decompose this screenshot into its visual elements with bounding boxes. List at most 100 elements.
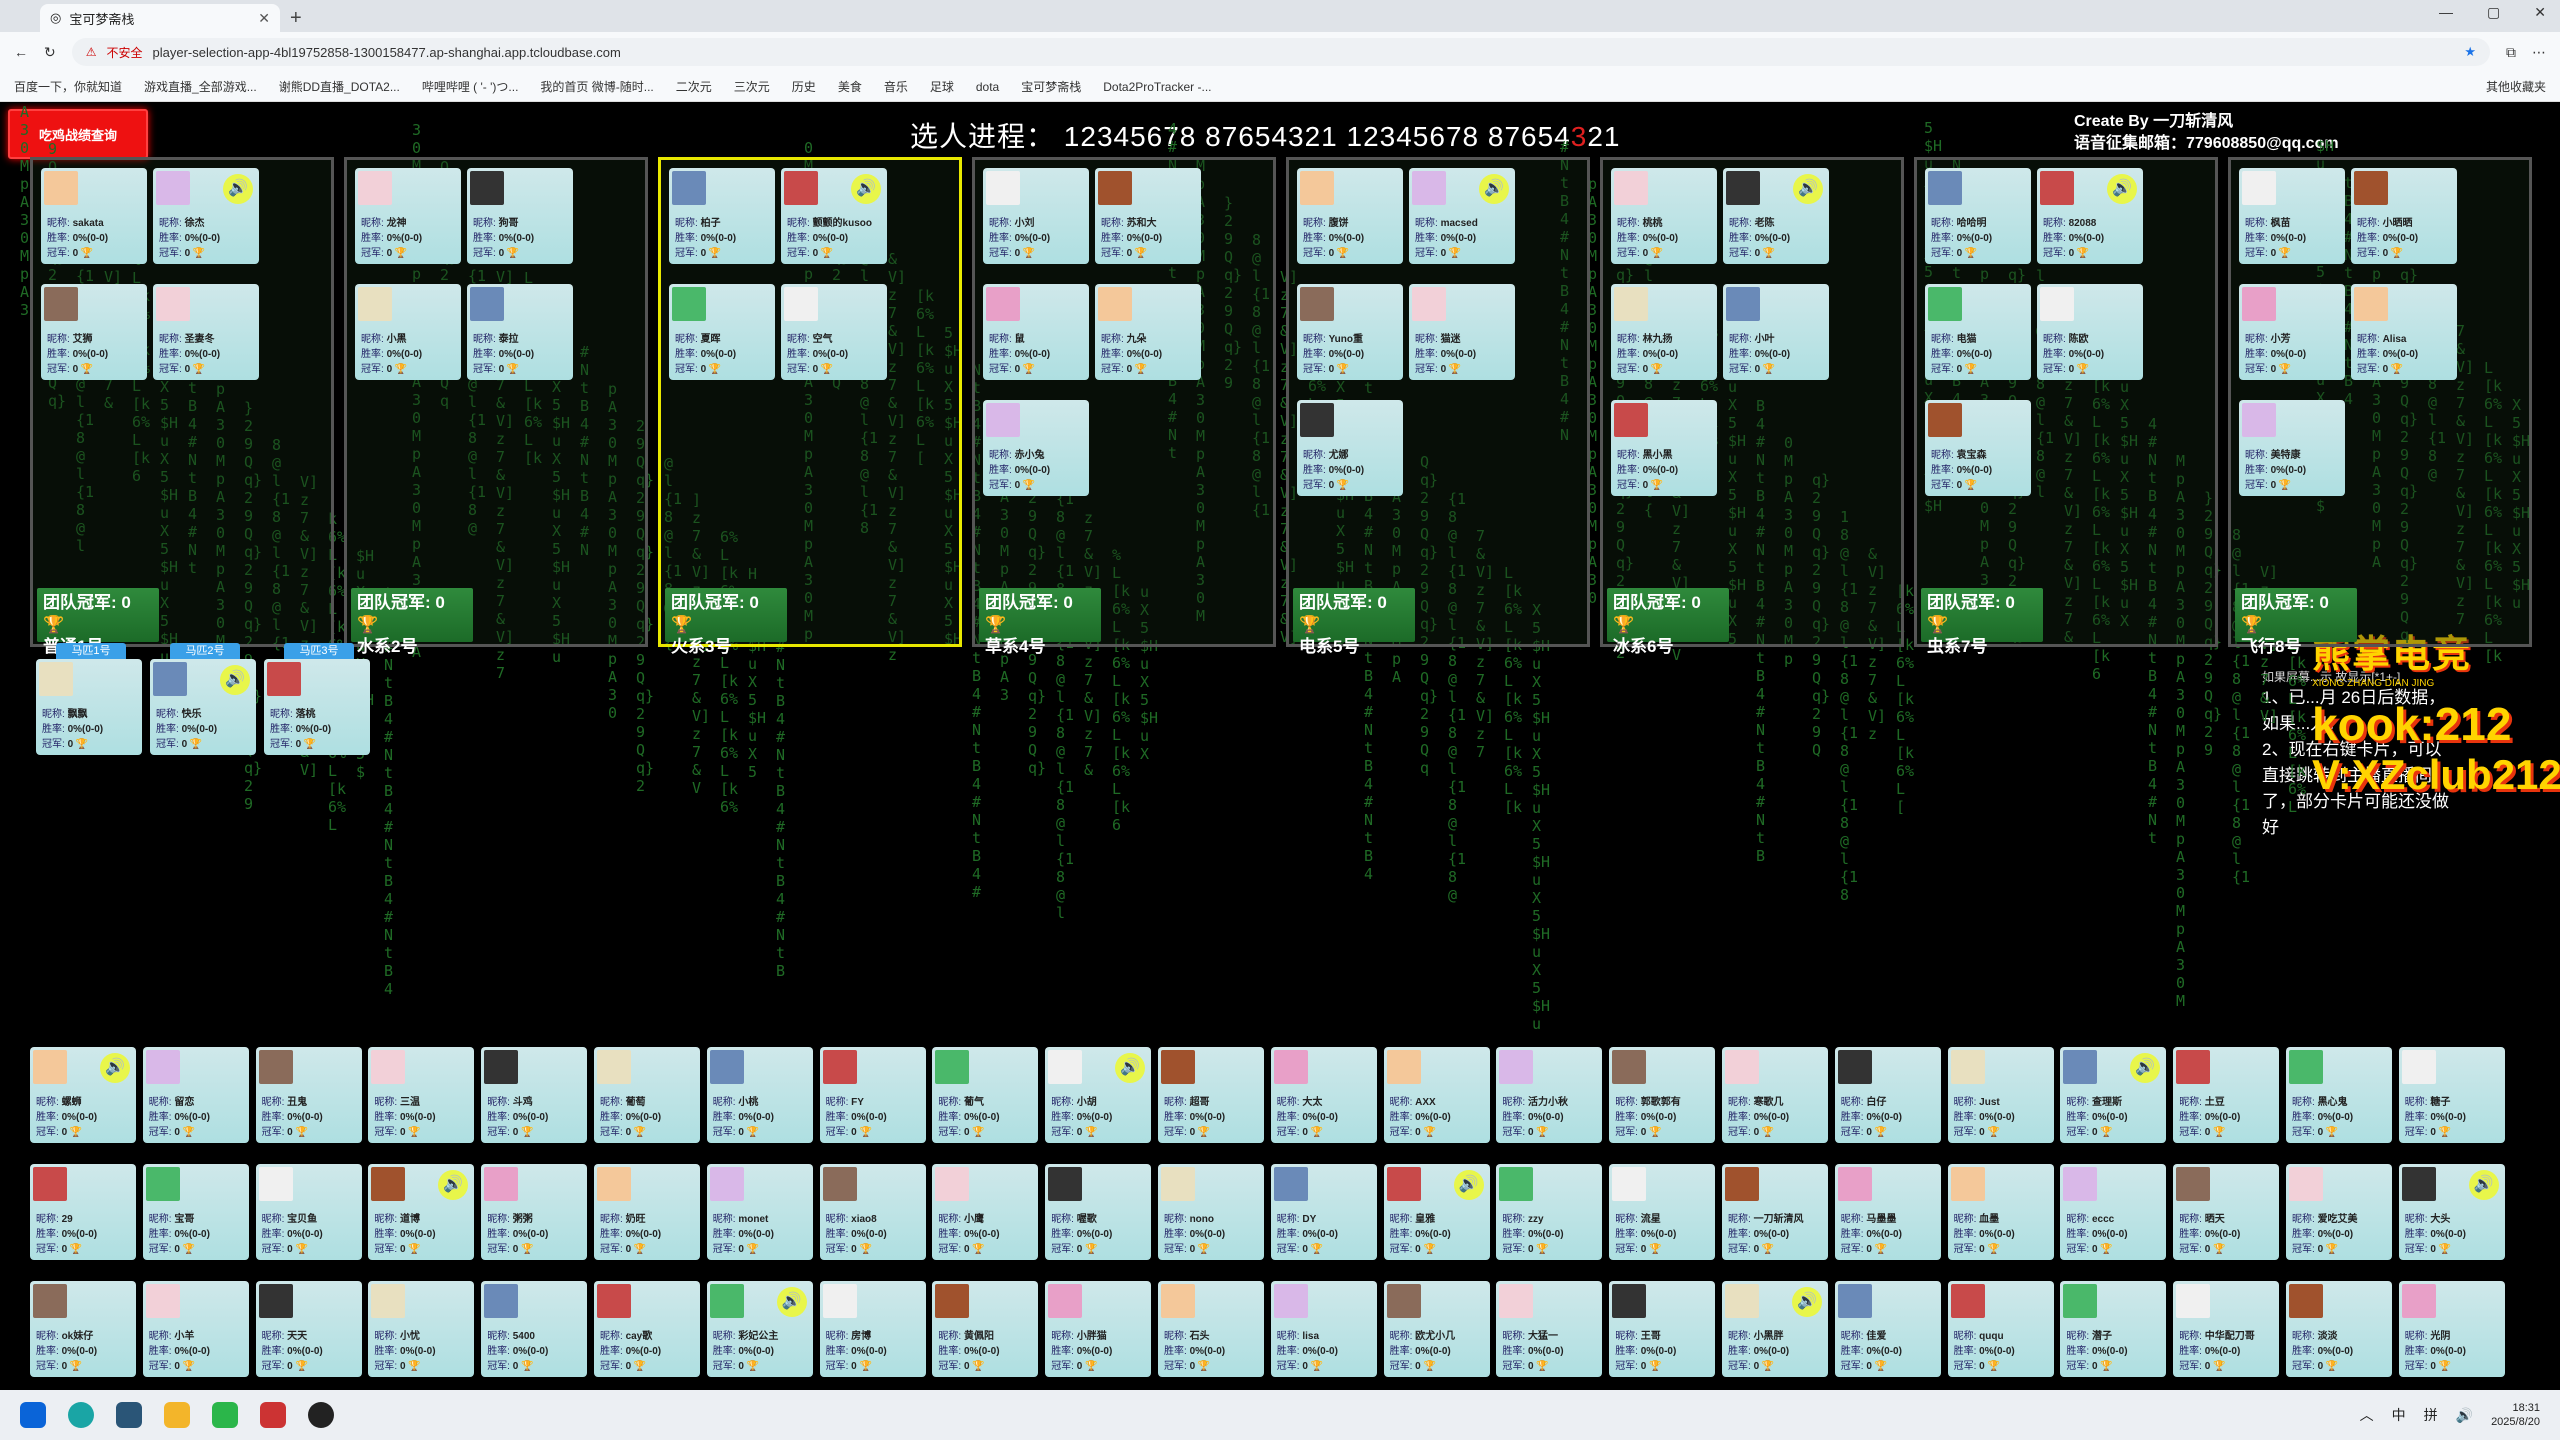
- player-card[interactable]: 昵称: Yuno重 胜率: 0%(0-0) 冠军: 0 🏆: [1297, 284, 1403, 380]
- player-card[interactable]: 昵称: cay歌 胜率: 0%(0-0) 冠军: 0 🏆: [594, 1281, 700, 1377]
- player-card[interactable]: 昵称: 喔歌 胜率: 0%(0-0) 冠军: 0 🏆: [1045, 1164, 1152, 1260]
- player-card[interactable]: 昵称: xiao8 胜率: 0%(0-0) 冠军: 0 🏆: [819, 1164, 926, 1260]
- player-card[interactable]: 🔊 昵称: 小黑胖 胜率: 0%(0-0) 冠军: 0 🏆: [1722, 1281, 1828, 1377]
- player-card[interactable]: 昵称: 尤娜 胜率: 0%(0-0) 冠军: 0 🏆: [1297, 400, 1403, 496]
- player-card[interactable]: 昵称: 光阴 胜率: 0%(0-0) 冠军: 0 🏆: [2398, 1281, 2505, 1377]
- player-card[interactable]: 昵称: 大太 胜率: 0%(0-0) 冠军: 0 🏆: [1270, 1047, 1377, 1143]
- player-card[interactable]: 昵称: 小羊 胜率: 0%(0-0) 冠军: 0 🏆: [142, 1281, 249, 1377]
- player-card[interactable]: 昵称: Alisa 胜率: 0%(0-0) 冠军: 0 🏆: [2351, 284, 2457, 380]
- player-card[interactable]: 🔊 昵称: 小胡 胜率: 0%(0-0) 冠军: 0 🏆: [1045, 1047, 1152, 1143]
- other-bookmarks[interactable]: 其他收藏夹: [2486, 78, 2546, 95]
- player-card[interactable]: 昵称: 黄佩阳 胜率: 0%(0-0) 冠军: 0 🏆: [932, 1281, 1039, 1377]
- clock[interactable]: 18:31 2025/8/20: [2491, 1401, 2540, 1429]
- player-card[interactable]: 昵称: 狗哥 胜率: 0%(0-0) 冠军: 0 🏆: [467, 168, 573, 264]
- speaker-icon[interactable]: 🔊: [1115, 1053, 1146, 1083]
- tray-up-icon[interactable]: ︿: [2360, 1405, 2374, 1425]
- player-card[interactable]: 昵称: 黑小黑 胜率: 0%(0-0) 冠军: 0 🏆: [1611, 400, 1717, 496]
- player-card[interactable]: 昵称: 寒歌几 胜率: 0%(0-0) 冠军: 0 🏆: [1722, 1047, 1828, 1143]
- player-card[interactable]: 昵称: 葡萄 胜率: 0%(0-0) 冠军: 0 🏆: [594, 1047, 700, 1143]
- game-icon[interactable]: [260, 1402, 286, 1428]
- player-card[interactable]: 昵称: 大猛一 胜率: 0%(0-0) 冠军: 0 🏆: [1496, 1281, 1603, 1377]
- team-panel[interactable]: 昵称: 腹饼 胜率: 0%(0-0) 冠军: 0 🏆 🔊 昵称: macsed 胜…: [1286, 157, 1590, 656]
- player-card[interactable]: 昵称: DY 胜率: 0%(0-0) 冠军: 0 🏆: [1270, 1164, 1377, 1260]
- player-card[interactable]: 昵称: 空气 胜率: 0%(0-0) 冠军: 0 🏆: [781, 284, 887, 380]
- player-card[interactable]: 昵称: zzy 胜率: 0%(0-0) 冠军: 0 🏆: [1496, 1164, 1603, 1260]
- player-card[interactable]: 昵称: 天天 胜率: 0%(0-0) 冠军: 0 🏆: [255, 1281, 362, 1377]
- team-panel[interactable]: 昵称: 枫苗 胜率: 0%(0-0) 冠军: 0 🏆 昵称: 小晒晒 胜率: 0…: [2228, 157, 2532, 656]
- team-panel[interactable]: 昵称: 桃桃 胜率: 0%(0-0) 冠军: 0 🏆 🔊 昵称: 老陈 胜率: 0…: [1600, 157, 1904, 656]
- ime-mode[interactable]: 拼: [2424, 1405, 2438, 1425]
- player-card[interactable]: 昵称: sakata 胜率: 0%(0-0) 冠军: 0 🏆: [41, 168, 147, 264]
- team-panel[interactable]: 昵称: 小刘 胜率: 0%(0-0) 冠军: 0 🏆 昵称: 苏和大 胜率: 0…: [972, 157, 1276, 656]
- player-card[interactable]: 昵称: 小鹰 胜率: 0%(0-0) 冠军: 0 🏆: [932, 1164, 1039, 1260]
- bookmark-item[interactable]: 历史: [792, 78, 816, 95]
- player-card[interactable]: 昵称: 美特康 胜率: 0%(0-0) 冠军: 0 🏆: [2239, 400, 2345, 496]
- player-card[interactable]: 昵称: 粥粥 胜率: 0%(0-0) 冠军: 0 🏆: [481, 1164, 588, 1260]
- app-icon[interactable]: [164, 1402, 190, 1428]
- player-card[interactable]: 昵称: 鼠 胜率: 0%(0-0) 冠军: 0 🏆: [983, 284, 1089, 380]
- player-card[interactable]: 昵称: 龙神 胜率: 0%(0-0) 冠军: 0 🏆: [355, 168, 461, 264]
- player-card[interactable]: 昵称: 赤小兔 胜率: 0%(0-0) 冠军: 0 🏆: [983, 400, 1089, 496]
- bookmark-item[interactable]: 宝可梦斋栈: [1021, 78, 1081, 95]
- start-icon[interactable]: [20, 1402, 46, 1428]
- insecure-warning-icon[interactable]: ⚠: [86, 45, 97, 59]
- player-card[interactable]: 昵称: FY 胜率: 0%(0-0) 冠军: 0 🏆: [819, 1047, 926, 1143]
- player-card[interactable]: 昵称: 糖子 胜率: 0%(0-0) 冠军: 0 🏆: [2398, 1047, 2505, 1143]
- bookmark-item[interactable]: 我的首页 微博-随时...: [540, 78, 653, 95]
- player-card[interactable]: 昵称: 王哥 胜率: 0%(0-0) 冠军: 0 🏆: [1609, 1281, 1716, 1377]
- player-card[interactable]: 昵称: 马墨墨 胜率: 0%(0-0) 冠军: 0 🏆: [1834, 1164, 1941, 1260]
- player-card[interactable]: 昵称: 宝哥 胜率: 0%(0-0) 冠军: 0 🏆: [142, 1164, 249, 1260]
- player-card[interactable]: 🔊 昵称: 道博 胜率: 0%(0-0) 冠军: 0 🏆: [368, 1164, 475, 1260]
- player-card[interactable]: 昵称: 流星 胜率: 0%(0-0) 冠军: 0 🏆: [1609, 1164, 1716, 1260]
- close-tab-icon[interactable]: ✕: [258, 10, 270, 27]
- player-card[interactable]: 昵称: 艾狮 胜率: 0%(0-0) 冠军: 0 🏆: [41, 284, 147, 380]
- player-card[interactable]: 昵称: 陈欧 胜率: 0%(0-0) 冠军: 0 🏆: [2037, 284, 2143, 380]
- team-panel[interactable]: 昵称: 柏子 胜率: 0%(0-0) 冠军: 0 🏆 🔊 昵称: 颤颤的kusoo…: [658, 157, 962, 656]
- player-card[interactable]: 昵称: 小晒晒 胜率: 0%(0-0) 冠军: 0 🏆: [2351, 168, 2457, 264]
- minimize-icon[interactable]: —: [2439, 4, 2453, 21]
- player-card[interactable]: 🔊 昵称: 老陈 胜率: 0%(0-0) 冠军: 0 🏆: [1723, 168, 1829, 264]
- player-card[interactable]: 昵称: 猫迷 胜率: 0%(0-0) 冠军: 0 🏆: [1409, 284, 1515, 380]
- edge-icon[interactable]: [68, 1402, 94, 1428]
- player-card[interactable]: 🔊 昵称: 查理斯 胜率: 0%(0-0) 冠军: 0 🏆: [2060, 1047, 2167, 1143]
- player-card[interactable]: 昵称: 哈哈明 胜率: 0%(0-0) 冠军: 0 🏆: [1925, 168, 2031, 264]
- player-card[interactable]: 昵称: 超哥 胜率: 0%(0-0) 冠军: 0 🏆: [1158, 1047, 1264, 1143]
- player-card[interactable]: 昵称: 小刘 胜率: 0%(0-0) 冠军: 0 🏆: [983, 168, 1089, 264]
- more-icon[interactable]: ⋯: [2532, 44, 2546, 61]
- player-card[interactable]: 昵称: 夏晖 胜率: 0%(0-0) 冠军: 0 🏆: [669, 284, 775, 380]
- maximize-icon[interactable]: ▢: [2487, 4, 2500, 21]
- player-card[interactable]: 昵称: 小叶 胜率: 0%(0-0) 冠军: 0 🏆: [1723, 284, 1829, 380]
- player-card[interactable]: 昵称: 葡气 胜率: 0%(0-0) 冠军: 0 🏆: [932, 1047, 1039, 1143]
- player-card[interactable]: 昵称: 小黑 胜率: 0%(0-0) 冠军: 0 🏆: [355, 284, 461, 380]
- player-card[interactable]: 昵称: 爱吃艾美 胜率: 0%(0-0) 冠军: 0 🏆: [2286, 1164, 2392, 1260]
- ime-indicator[interactable]: 中: [2392, 1405, 2406, 1425]
- new-tab-button[interactable]: +: [290, 4, 302, 32]
- player-card[interactable]: 昵称: Just 胜率: 0%(0-0) 冠军: 0 🏆: [1947, 1047, 2054, 1143]
- player-card[interactable]: 昵称: AXX 胜率: 0%(0-0) 冠军: 0 🏆: [1383, 1047, 1490, 1143]
- player-card[interactable]: 昵称: 黑心鬼 胜率: 0%(0-0) 冠军: 0 🏆: [2286, 1047, 2392, 1143]
- extensions-icon[interactable]: ⧉: [2506, 44, 2516, 61]
- player-card[interactable]: 昵称: 袁宝森 胜率: 0%(0-0) 冠军: 0 🏆: [1925, 400, 2031, 496]
- speaker-icon[interactable]: 🔊: [2130, 1053, 2161, 1083]
- bookmark-item[interactable]: 百度一下，你就知道: [14, 78, 122, 95]
- player-card[interactable]: 昵称: 飘飘 胜率: 0%(0-0) 冠军: 0 🏆: [36, 659, 142, 755]
- player-card[interactable]: 昵称: 小忧 胜率: 0%(0-0) 冠军: 0 🏆: [368, 1281, 475, 1377]
- player-card[interactable]: 昵称: 小胖猫 胜率: 0%(0-0) 冠军: 0 🏆: [1045, 1281, 1152, 1377]
- player-card[interactable]: 昵称: 苏和大 胜率: 0%(0-0) 冠军: 0 🏆: [1095, 168, 1201, 264]
- player-card[interactable]: 昵称: 郭歌郭有 胜率: 0%(0-0) 冠军: 0 🏆: [1609, 1047, 1716, 1143]
- speaker-icon[interactable]: 🔊: [223, 174, 253, 204]
- speaker-icon[interactable]: 🔊: [1479, 174, 1509, 204]
- player-card[interactable]: 昵称: 奶旺 胜率: 0%(0-0) 冠军: 0 🏆: [594, 1164, 700, 1260]
- bookmark-item[interactable]: 哔哩哔哩 ( '- ')つ...: [422, 78, 519, 95]
- bookmark-item[interactable]: 二次元: [676, 78, 712, 95]
- bookmark-item[interactable]: dota: [976, 80, 999, 94]
- team-panel[interactable]: 昵称: 哈哈明 胜率: 0%(0-0) 冠军: 0 🏆 🔊 昵称: 82088 胜…: [1914, 157, 2218, 656]
- player-card[interactable]: 昵称: 柏子 胜率: 0%(0-0) 冠军: 0 🏆: [669, 168, 775, 264]
- player-card[interactable]: 昵称: 29 胜率: 0%(0-0) 冠军: 0 🏆: [30, 1164, 136, 1260]
- team-panel[interactable]: 昵称: sakata 胜率: 0%(0-0) 冠军: 0 🏆 🔊 昵称: 徐杰 胜…: [30, 157, 334, 656]
- player-card[interactable]: 🔊 昵称: 颤颤的kusoo 胜率: 0%(0-0) 冠军: 0 🏆: [781, 168, 887, 264]
- player-card[interactable]: 昵称: 圣妻冬 胜率: 0%(0-0) 冠军: 0 🏆: [153, 284, 259, 380]
- player-card[interactable]: 昵称: 白仔 胜率: 0%(0-0) 冠军: 0 🏆: [1834, 1047, 1941, 1143]
- speaker-icon[interactable]: 🔊: [2107, 174, 2137, 204]
- chrome-icon[interactable]: [308, 1402, 334, 1428]
